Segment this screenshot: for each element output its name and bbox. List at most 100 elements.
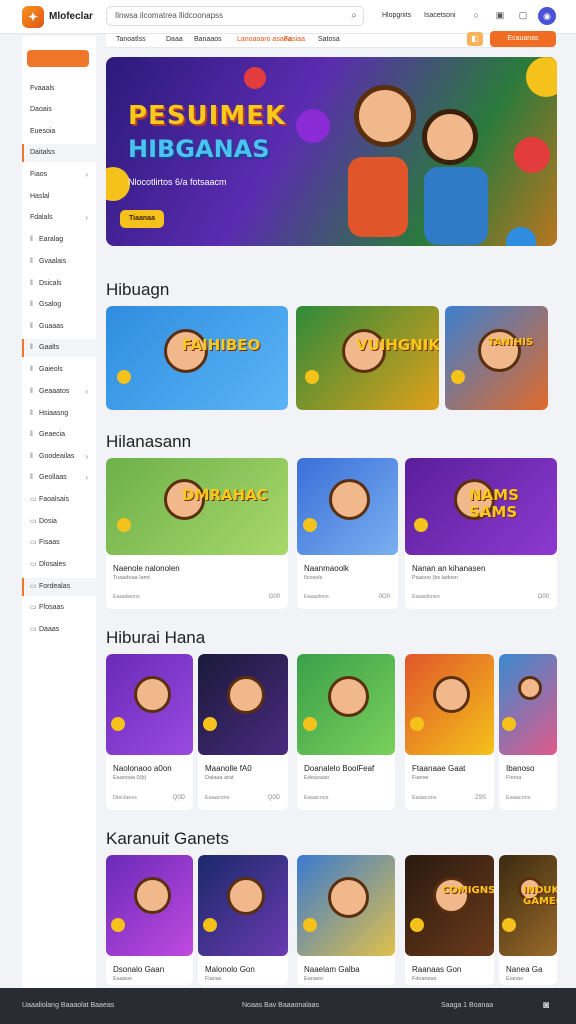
sidebar-item[interactable]: ǁ Gaieols <box>22 361 96 379</box>
game-thumbnail[interactable] <box>198 855 288 956</box>
game-thumbnail[interactable] <box>297 654 395 755</box>
sidebar-item[interactable]: ǁ Gvaalais <box>22 253 96 271</box>
coin-decoration <box>303 518 317 532</box>
game-thumbnail[interactable] <box>297 458 398 555</box>
logo-icon[interactable]: ✦ <box>22 6 44 28</box>
coin-decoration <box>410 717 424 731</box>
search-input[interactable]: Ilnwsa ilcomatrea llidcoonapss ⌕ <box>106 6 364 26</box>
game-thumbnail[interactable] <box>198 654 288 755</box>
game-card[interactable]: VUIHGNIK <box>296 306 439 410</box>
game-card[interactable]: COMIGNS Raanaas Gon Fdoaneas <box>405 855 494 985</box>
game-title[interactable]: Naaelam Galba <box>304 965 360 974</box>
game-title[interactable]: Raanaas Gon <box>412 965 461 974</box>
sidebar-primary-button[interactable] <box>27 50 89 67</box>
top-link-1[interactable]: Hlopgnits <box>382 12 411 19</box>
sort-button[interactable]: ◧ <box>467 32 483 46</box>
footer-right-text[interactable]: Saaga 1 Boanaa <box>441 1002 493 1009</box>
game-card[interactable]: Ftaanaae Gaat Fianse Eaaacons Z9S <box>405 654 494 810</box>
sidebar-item[interactable]: ǁ Geollaas › <box>22 469 96 487</box>
game-thumbnail[interactable]: INDUK GAMEG <box>499 855 557 956</box>
filter-chip[interactable]: Fasiaa <box>284 36 305 43</box>
game-thumbnail[interactable]: FAIHIBEO <box>106 306 288 410</box>
game-title[interactable]: Dsonalo Gaan <box>113 965 164 974</box>
sidebar-item[interactable]: ǁ Geaecia <box>22 426 96 444</box>
sidebar-item[interactable]: ▭ Ffosaas <box>22 599 96 617</box>
bookmark-icon[interactable]: ▢ <box>516 8 530 22</box>
game-thumbnail[interactable]: NAMS SAMS <box>405 458 557 555</box>
game-thumbnail[interactable]: DMRAHAC <box>106 458 288 555</box>
footer-left-text[interactable]: Uaaaliolang Baaaolat Baaeas <box>22 1002 114 1009</box>
sidebar-item[interactable]: Fdalals › <box>22 209 96 227</box>
character-body <box>348 157 408 237</box>
game-card[interactable]: Naolonaoo a0on Eaanoaa 0(b) Dieclaess Q0D <box>106 654 193 810</box>
sidebar-item[interactable]: Fvaaals <box>22 80 96 98</box>
sidebar-item[interactable]: ▭ Fordealas <box>22 578 96 596</box>
sidebar-item[interactable]: Daitalss <box>22 144 96 162</box>
sidebar-item[interactable]: ǁ Dsicals <box>22 275 96 293</box>
sidebar-item[interactable]: ǁ Hsiaasng <box>22 405 96 423</box>
game-thumbnail[interactable] <box>106 654 193 755</box>
game-title[interactable]: Nanea Ga <box>506 965 542 974</box>
game-card[interactable]: TANIHIS <box>445 306 548 410</box>
hero-banner[interactable]: PESUIMEK HIBGANAS Nlocotlirtos 6/a fotsa… <box>106 57 557 246</box>
game-title[interactable]: Ftaanaae Gaat <box>412 764 465 773</box>
game-thumbnail[interactable] <box>499 654 557 755</box>
game-card[interactable]: Naanmaoolk Ilcosols Eaaadons 0O0 <box>297 458 398 609</box>
game-thumbnail[interactable] <box>297 855 395 956</box>
filter-chip[interactable]: Satosa <box>318 36 340 43</box>
sidebar-item[interactable]: ǁ Guaaas <box>22 318 96 336</box>
sidebar-item[interactable]: Euesoia <box>22 123 96 141</box>
game-card[interactable]: DMRAHAC Naenole nalonolen Tuaadoaa Iamt Eaa… <box>106 458 288 609</box>
chat-icon[interactable]: ▣ <box>493 8 507 22</box>
game-thumbnail[interactable]: COMIGNS <box>405 855 494 956</box>
game-title[interactable]: Nanan an kihanasen <box>412 564 485 573</box>
sidebar-item[interactable]: ▭ Daaas <box>22 621 96 639</box>
footer-center-text[interactable]: Noaas Bav Baaaonalaas <box>242 1002 319 1009</box>
game-title[interactable]: Malonolo Gon <box>205 965 255 974</box>
game-thumbnail[interactable] <box>405 654 494 755</box>
brand-name[interactable]: Mlofeclar <box>49 11 93 22</box>
game-title[interactable]: Naenole nalonolen <box>113 564 180 573</box>
game-card[interactable]: Naaelam Galba Eanaeo <box>297 855 395 985</box>
game-card[interactable]: Doanalelo BoolFeaf Edeaoaao Eaaacons <box>297 654 395 810</box>
game-card[interactable]: NAMS SAMS Nanan an kihanasen Paaooo (bs la… <box>405 458 557 609</box>
sidebar-item[interactable]: Daoais <box>22 101 96 119</box>
avatar[interactable]: ◉ <box>538 7 556 25</box>
game-card[interactable]: Maanolle fA0 Dalaaa arat Eaaacons Q0D <box>198 654 288 810</box>
filter-chip[interactable]: Banaaos <box>194 36 222 43</box>
character-illustration <box>227 877 265 915</box>
game-card[interactable]: Dsonalo Gaan Eaaaoo <box>106 855 193 985</box>
sidebar-item[interactable]: ▭ Dosia <box>22 513 96 531</box>
game-card[interactable]: Malonolo Gon Fianas <box>198 855 288 985</box>
top-link-2[interactable]: Isacetsoni <box>424 12 456 19</box>
sidebar-item[interactable]: ▭ Faoalsais <box>22 491 96 509</box>
sidebar-item[interactable]: ▭ Dlosales <box>22 556 96 574</box>
sidebar-item[interactable]: ǁ Earalag <box>22 231 96 249</box>
search-icon[interactable]: ⌕ <box>351 10 357 21</box>
help-icon[interactable]: ○ <box>469 8 483 22</box>
game-card[interactable]: FAIHIBEO <box>106 306 288 410</box>
sidebar-item[interactable]: ǁ Gaalts <box>22 339 96 357</box>
user-icon[interactable]: ◙ <box>543 1000 549 1011</box>
join-button[interactable]: Ecauanas <box>490 31 556 47</box>
sidebar-item-label: Geaecia <box>39 431 66 438</box>
game-thumbnail[interactable]: VUIHGNIK <box>296 306 439 410</box>
game-title[interactable]: Ibanoso <box>506 764 534 773</box>
sidebar-item[interactable]: ǁ Gsalog <box>22 296 96 314</box>
game-title[interactable]: Doanalelo BoolFeaf <box>304 764 374 773</box>
game-card[interactable]: Ibanoso Fiorsa Eaaacons <box>499 654 557 810</box>
game-title[interactable]: Naanmaoolk <box>304 564 349 573</box>
sidebar-item[interactable]: Haslal <box>22 188 96 206</box>
game-thumbnail[interactable] <box>106 855 193 956</box>
sidebar-item[interactable]: ǁ Goodeailas › <box>22 448 96 466</box>
game-thumbnail[interactable]: TANIHIS <box>445 306 548 410</box>
game-title[interactable]: Maanolle fA0 <box>205 764 252 773</box>
sidebar-item[interactable]: ▭ Fisaas <box>22 534 96 552</box>
sidebar-item[interactable]: ǁ Geaaatos › <box>22 383 96 401</box>
sidebar-item[interactable]: Fiaos › <box>22 166 96 184</box>
game-title[interactable]: Naolonaoo a0on <box>113 764 172 773</box>
game-card[interactable]: INDUK GAMEG Nanea Ga Eianas <box>499 855 557 985</box>
hero-cta-button[interactable]: Tiaanaa <box>120 210 164 228</box>
filter-chip[interactable]: Tanoatlss <box>116 36 146 43</box>
filter-chip[interactable]: Daaa <box>166 36 183 43</box>
